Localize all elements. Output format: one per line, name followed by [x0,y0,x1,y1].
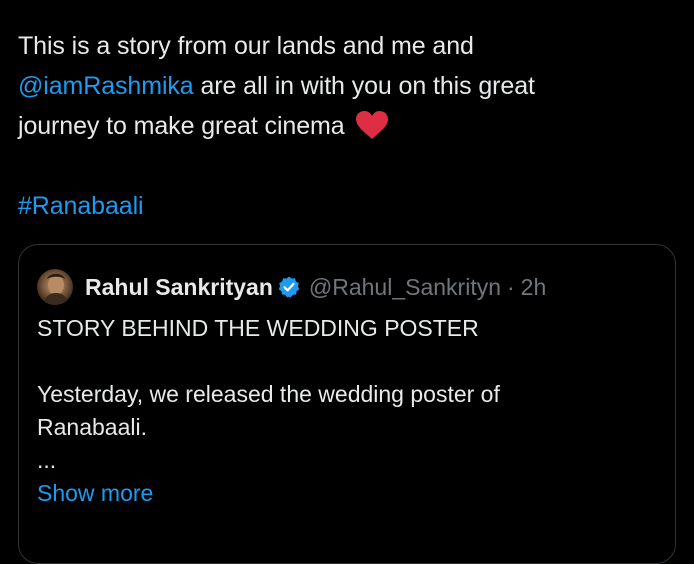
quote-title: STORY BEHIND THE WEDDING POSTER [37,315,479,341]
quote-paragraph-line-2: Ranabaali. [37,414,147,440]
avatar[interactable] [37,269,73,305]
quoted-tweet-header: Rahul Sankrityan @Rahul_Sankrityn · 2h [37,269,546,305]
tweet-line-1: This is a story from our lands and me an… [18,32,474,60]
quoted-tweet-card[interactable]: Rahul Sankrityan @Rahul_Sankrityn · 2h S… [18,244,676,564]
verified-badge-icon [278,276,300,298]
handle[interactable]: @Rahul_Sankrityn [309,274,501,301]
tweet-line-2-text: are all in with you on this great [193,72,535,100]
quote-ellipsis: ... [37,447,57,473]
heart-icon [356,111,389,139]
quote-paragraph-line-1: Yesterday, we released the wedding poste… [37,381,500,407]
display-name[interactable]: Rahul Sankrityan [85,274,273,301]
tweet-line-2: @iamRashmika are all in with you on this… [18,66,668,106]
separator-dot: · [507,273,515,300]
hashtag-link[interactable]: #Ranabaali [18,186,668,226]
timestamp[interactable]: 2h [521,274,547,301]
tweet-line-3: journey to make great cinema [18,106,668,146]
avatar-image [37,269,73,305]
mention-link[interactable]: @iamRashmika [18,72,194,100]
tweet-text: This is a story from our lands and me an… [18,26,668,226]
show-more-link[interactable]: Show more [37,477,657,510]
tweet-line-3-text: journey to make great cinema [18,112,352,140]
quoted-tweet-body: STORY BEHIND THE WEDDING POSTER Yesterda… [37,312,657,510]
